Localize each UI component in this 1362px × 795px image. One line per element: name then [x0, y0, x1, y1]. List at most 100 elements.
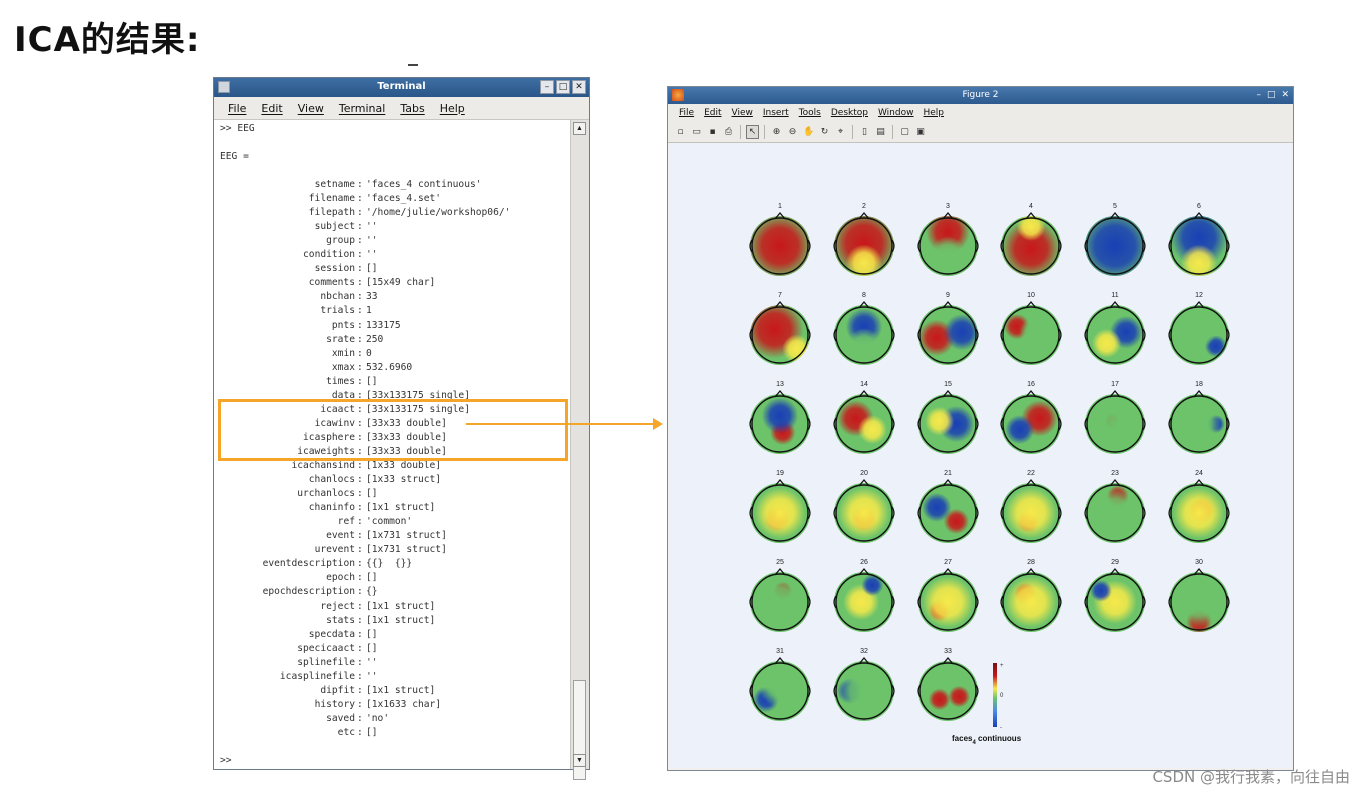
fig-menu-desktop[interactable]: Desktop	[826, 108, 873, 118]
menu-help[interactable]: Help	[434, 102, 474, 115]
topomap-component[interactable]: 10	[1000, 292, 1062, 365]
topomap-component[interactable]: 33	[917, 648, 979, 721]
close-icon[interactable]: ✕	[572, 80, 586, 94]
struct-field-value: [1x1 struct]	[366, 600, 436, 612]
rotate-icon[interactable]: ↻	[818, 125, 831, 139]
terminal-scrollbar[interactable]: ▲ ▼	[570, 120, 589, 780]
topomap-component[interactable]: 30	[1168, 559, 1230, 634]
struct-field-name: session	[314, 263, 355, 275]
terminal-titlebar[interactable]: Terminal – □ ✕	[214, 78, 589, 97]
topomap-component[interactable]: 19	[749, 470, 811, 543]
menu-edit[interactable]: Edit	[255, 102, 291, 115]
topomap-component[interactable]: 29	[1084, 559, 1146, 632]
struct-colon: :	[357, 221, 363, 233]
topomap-component[interactable]: 5	[1079, 203, 1152, 282]
topomap-activation-blob	[1005, 415, 1035, 445]
topomap-component[interactable]: 1	[747, 203, 813, 279]
new-icon[interactable]: ▫	[674, 125, 687, 139]
topomap-component[interactable]: 32	[833, 648, 895, 721]
fig-menu-tools[interactable]: Tools	[794, 108, 826, 118]
open-icon[interactable]: ▭	[690, 125, 703, 139]
topomap-component[interactable]: 14	[833, 381, 895, 454]
topomap-component[interactable]: 24	[1168, 470, 1230, 543]
topomap-component[interactable]: 25	[749, 559, 811, 632]
hide-plot-tools-icon[interactable]: ▢	[898, 125, 911, 139]
struct-colon: :	[357, 235, 363, 247]
menu-view[interactable]: View	[292, 102, 333, 115]
legend-icon[interactable]: ▤	[874, 125, 887, 139]
menu-file[interactable]: File	[222, 102, 255, 115]
topomap-component[interactable]: 4	[1000, 203, 1062, 278]
struct-field-name: comments	[308, 277, 355, 289]
struct-field-name: xmin	[331, 347, 355, 359]
topomap-component[interactable]: 27	[917, 559, 979, 632]
zoom-out-icon[interactable]: ⊖	[786, 125, 799, 139]
minimize-icon[interactable]: –	[540, 80, 554, 94]
topomap-activation-blob	[1005, 487, 1057, 539]
data-cursor-icon[interactable]: ⌖	[834, 125, 847, 139]
struct-field-name: nbchan	[320, 291, 355, 303]
topomap-component[interactable]: 6	[1168, 203, 1230, 281]
topomap-component[interactable]: 15	[917, 381, 979, 454]
struct-field-value: ''	[366, 249, 378, 261]
topomap-component[interactable]: 28	[1000, 559, 1062, 632]
topomap-component[interactable]: 3	[917, 203, 979, 276]
topomap-component[interactable]: 11	[1084, 292, 1146, 365]
component-label: 15	[944, 381, 952, 388]
topomap-activation-blob	[758, 663, 802, 708]
print-icon[interactable]: ⎙	[722, 125, 735, 139]
show-plot-tools-icon[interactable]: ▣	[914, 125, 927, 139]
close-icon[interactable]: ✕	[1281, 89, 1289, 101]
struct-field-name: trials	[320, 305, 355, 317]
maximize-icon[interactable]: □	[1267, 89, 1276, 101]
struct-field-name: saved	[326, 712, 355, 724]
fig-menu-help[interactable]: Help	[918, 108, 949, 118]
topomap-component[interactable]: 7	[745, 292, 811, 365]
struct-field-name: stats	[326, 614, 355, 626]
colorbar-icon[interactable]: ▯	[858, 125, 871, 139]
topomap-component[interactable]: 22	[1000, 470, 1062, 543]
topomap-component[interactable]: 31	[749, 648, 811, 721]
struct-colon: :	[357, 530, 363, 542]
struct-field-value: [1x33 double]	[366, 460, 442, 471]
struct-field-name: specdata	[308, 628, 355, 640]
component-label: 21	[944, 470, 952, 477]
minimize-icon[interactable]: –	[1256, 89, 1261, 101]
zoom-in-icon[interactable]: ⊕	[770, 125, 783, 139]
topomap-component[interactable]: 16	[1000, 381, 1062, 454]
maximize-icon[interactable]: □	[556, 80, 570, 94]
save-icon[interactable]: ▪	[706, 125, 719, 139]
topomap-component[interactable]: 20	[833, 470, 895, 543]
struct-colon: :	[357, 263, 363, 275]
menu-terminal[interactable]: Terminal	[333, 102, 395, 115]
struct-field-name: times	[326, 375, 355, 387]
topomap-component[interactable]: 17	[1084, 381, 1146, 454]
topomap-component[interactable]: 13	[749, 381, 811, 454]
fig-menu-view[interactable]: View	[727, 108, 758, 118]
menu-tabs[interactable]: Tabs	[394, 102, 433, 115]
topomap-component[interactable]: 12	[1168, 292, 1230, 365]
struct-colon: :	[357, 179, 363, 190]
figure-titlebar[interactable]: Figure 2 – □ ✕	[668, 87, 1293, 104]
struct-field-name: urchanlocs	[297, 488, 355, 500]
struct-field-value: 'common'	[366, 516, 413, 528]
figure-canvas[interactable]: 1 2 3 4 5 6 7 8 9 10 11 12 13 14 15 16 17 18 19 20 21 22 23 24 2…	[670, 143, 1291, 768]
fig-menu-file[interactable]: File	[674, 108, 699, 118]
topomap-component[interactable]: 18	[1168, 381, 1230, 454]
topomap-component[interactable]: 9	[917, 292, 980, 365]
scroll-up-icon[interactable]: ▲	[573, 122, 586, 135]
pan-icon[interactable]: ✋	[802, 125, 815, 139]
scroll-down-icon[interactable]: ▼	[573, 754, 586, 767]
topomap-component[interactable]: 21	[917, 470, 979, 543]
topomap-component[interactable]: 2	[831, 203, 897, 281]
topomap-component[interactable]: 23	[1084, 470, 1146, 543]
struct-colon: :	[357, 193, 363, 205]
fig-menu-insert[interactable]: Insert	[758, 108, 794, 118]
fig-menu-window[interactable]: Window	[873, 108, 919, 118]
topomap-component[interactable]: 8	[833, 292, 895, 365]
fig-menu-edit[interactable]: Edit	[699, 108, 726, 118]
struct-field-name: event	[326, 530, 355, 542]
topomap-component[interactable]: 26	[833, 559, 895, 632]
struct-colon: :	[357, 333, 363, 345]
pointer-icon[interactable]: ↖	[746, 125, 759, 139]
